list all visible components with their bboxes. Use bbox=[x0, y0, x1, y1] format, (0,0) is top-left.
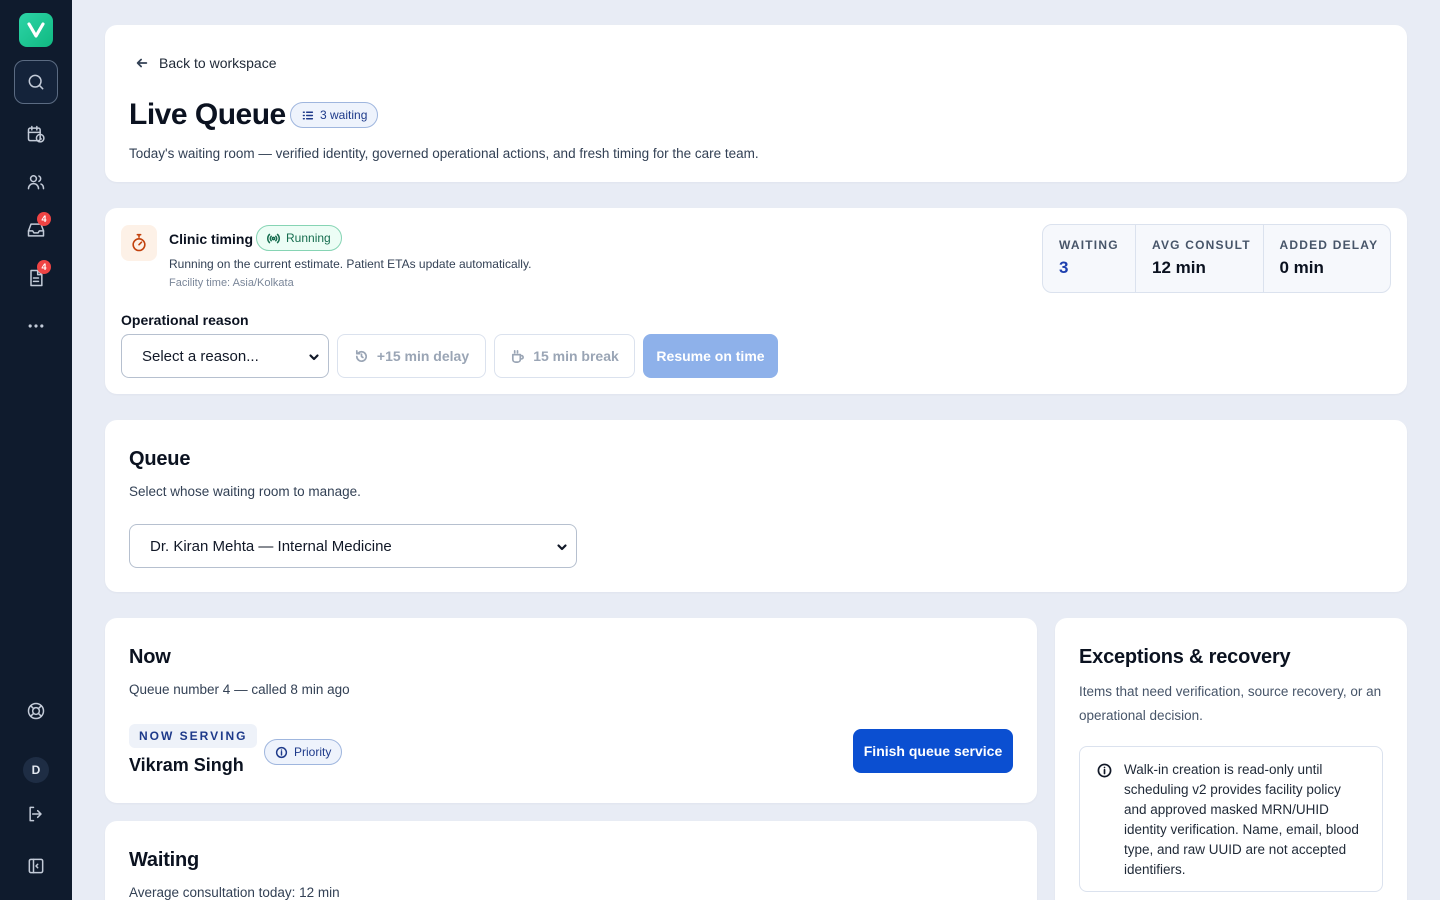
sidebar: 4 4 D bbox=[0, 0, 72, 900]
timer-reset-icon bbox=[355, 349, 367, 362]
stat-added-delay: ADDED DELAY 0 min bbox=[1264, 225, 1391, 292]
timer-icon bbox=[132, 233, 146, 252]
sidebar-search-button[interactable] bbox=[14, 60, 58, 104]
waiting-card: Waiting Average consultation today: 12 m… bbox=[105, 821, 1037, 900]
resume-on-time-button[interactable]: Resume on time bbox=[643, 334, 778, 378]
clinic-timing-description: Running on the current estimate. Patient… bbox=[169, 257, 532, 271]
queue-subtitle: Select whose waiting room to manage. bbox=[129, 484, 361, 499]
patient-name: Vikram Singh bbox=[129, 755, 244, 775]
more-horizontal-icon bbox=[28, 324, 44, 328]
exceptions-description: Items that need verification, source rec… bbox=[1079, 684, 1382, 723]
now-title: Now bbox=[129, 646, 171, 668]
add-delay-button[interactable]: +15 min delay bbox=[337, 334, 486, 378]
sidebar-collapse-button[interactable] bbox=[14, 844, 58, 888]
app-logo[interactable] bbox=[19, 13, 53, 47]
user-avatar[interactable]: D bbox=[23, 757, 49, 783]
queue-select-card: Queue Select whose waiting room to manag… bbox=[105, 420, 1407, 592]
waiting-title: Waiting bbox=[129, 849, 200, 871]
chevron-down-icon bbox=[308, 350, 320, 362]
walk-in-notice: Walk-in creation is read-only until sche… bbox=[1079, 746, 1383, 892]
search-icon bbox=[28, 74, 44, 90]
sidebar-inbox-button[interactable]: 4 bbox=[14, 208, 58, 252]
break-label: 15 min break bbox=[533, 348, 619, 364]
calendar-clock-icon bbox=[27, 125, 45, 143]
break-button[interactable]: 15 min break bbox=[494, 334, 635, 378]
page-subtitle: Today's waiting room — verified identity… bbox=[129, 146, 759, 161]
documents-badge: 4 bbox=[37, 260, 51, 274]
sidebar-more-button[interactable] bbox=[14, 304, 58, 348]
now-serving-card: Now Queue number 4 — called 8 min ago NO… bbox=[105, 618, 1037, 803]
reason-select-value: Select a reason... bbox=[142, 347, 259, 365]
running-status-badge: Running bbox=[256, 225, 342, 251]
provider-select-value: Dr. Kiran Mehta — Internal Medicine bbox=[150, 537, 392, 555]
sidebar-patients-button[interactable] bbox=[14, 160, 58, 204]
operational-reason-label: Operational reason bbox=[121, 312, 249, 328]
back-link-label: Back to workspace bbox=[159, 55, 277, 71]
page-title: Live Queue bbox=[129, 98, 286, 131]
waiting-pill-label: 3 waiting bbox=[320, 108, 368, 122]
chevron-down-icon bbox=[556, 540, 568, 552]
list-icon bbox=[302, 111, 314, 119]
operational-reason-select[interactable]: Select a reason... bbox=[121, 334, 329, 378]
stat-avg-consult: AVG CONSULT 12 min bbox=[1136, 225, 1264, 292]
stat-value: 12 min bbox=[1152, 258, 1206, 277]
users-icon bbox=[27, 175, 45, 190]
logout-icon bbox=[29, 806, 42, 822]
arrow-left-icon bbox=[136, 58, 148, 68]
waiting-count-pill: 3 waiting bbox=[290, 102, 379, 128]
stat-label: AVG CONSULT bbox=[1152, 238, 1251, 252]
facility-timezone: Facility time: Asia/Kolkata bbox=[169, 277, 294, 289]
finish-queue-service-button[interactable]: Finish queue service bbox=[853, 729, 1013, 773]
queue-stats: WAITING 3 AVG CONSULT 12 min ADDED DELAY… bbox=[1042, 224, 1391, 293]
waiting-subtitle: Average consultation today: 12 min bbox=[129, 885, 340, 900]
coffee-icon bbox=[512, 349, 525, 363]
sidebar-logout-button[interactable] bbox=[14, 792, 58, 836]
info-icon bbox=[275, 746, 288, 758]
clinic-timing-title: Clinic timing bbox=[169, 231, 253, 247]
info-icon bbox=[1097, 763, 1112, 778]
broadcast-icon bbox=[267, 233, 280, 243]
add-delay-label: +15 min delay bbox=[376, 348, 470, 364]
clinic-timing-card: Clinic timing Running Running on the cur… bbox=[105, 208, 1407, 394]
lifebuoy-icon bbox=[27, 702, 45, 720]
exceptions-title: Exceptions & recovery bbox=[1079, 646, 1291, 668]
exceptions-card: Exceptions & recovery Items that need ve… bbox=[1055, 618, 1407, 900]
stat-value: 0 min bbox=[1279, 258, 1324, 277]
inbox-badge: 4 bbox=[37, 212, 51, 226]
header-card: Back to workspace Live Queue 3 waiting T… bbox=[105, 25, 1407, 182]
stat-label: ADDED DELAY bbox=[1279, 238, 1379, 252]
provider-queue-select[interactable]: Dr. Kiran Mehta — Internal Medicine bbox=[129, 524, 577, 568]
walk-in-notice-text: Walk-in creation is read-only until sche… bbox=[1124, 762, 1359, 877]
logo-v-icon bbox=[27, 22, 45, 38]
timer-icon-tile bbox=[121, 225, 157, 261]
queue-title: Queue bbox=[129, 448, 191, 470]
stat-value: 3 bbox=[1059, 258, 1069, 277]
now-serving-tag: NOW SERVING bbox=[129, 724, 258, 748]
back-to-workspace-link[interactable]: Back to workspace bbox=[135, 55, 277, 71]
sidebar-documents-button[interactable]: 4 bbox=[14, 256, 58, 300]
priority-badge: Priority bbox=[264, 739, 343, 765]
now-subtitle: Queue number 4 — called 8 min ago bbox=[129, 682, 350, 697]
sidebar-schedule-button[interactable] bbox=[14, 112, 58, 156]
panel-toggle-icon bbox=[28, 858, 44, 874]
priority-label: Priority bbox=[294, 745, 332, 759]
sidebar-help-button[interactable] bbox=[14, 689, 58, 733]
running-status-label: Running bbox=[286, 231, 331, 245]
stat-waiting: WAITING 3 bbox=[1043, 225, 1136, 292]
stat-label: WAITING bbox=[1059, 238, 1119, 252]
